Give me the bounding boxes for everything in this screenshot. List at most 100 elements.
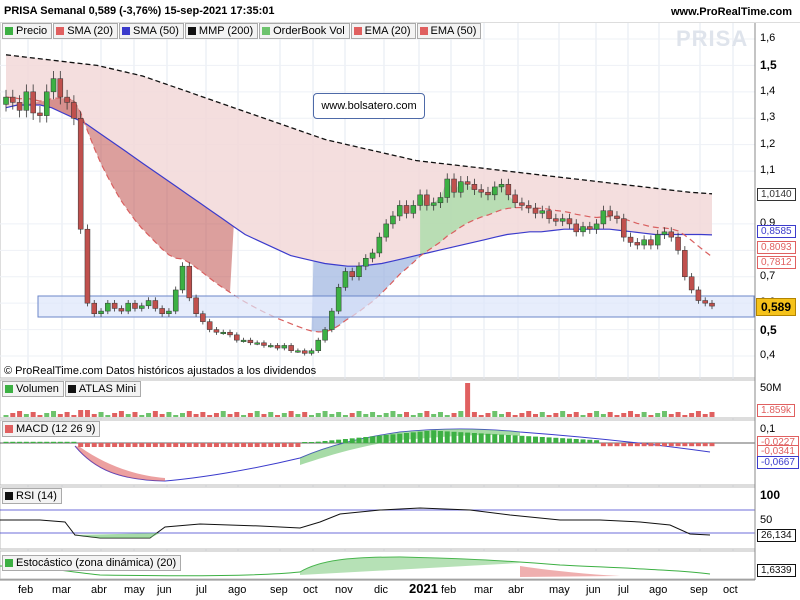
volume-bar bbox=[661, 411, 667, 417]
candle-body bbox=[430, 202, 437, 206]
volume-bar bbox=[594, 411, 600, 417]
month-label: 2021 bbox=[409, 581, 438, 596]
month-label: ago bbox=[649, 584, 668, 596]
legend-item-5[interactable]: EMA (20) bbox=[350, 23, 416, 39]
legend-item-2[interactable]: SMA (50) bbox=[119, 23, 184, 39]
volume-bar bbox=[709, 412, 715, 417]
legend-atlas[interactable]: ATLAS Mini bbox=[64, 381, 142, 397]
volume-bar bbox=[288, 411, 294, 417]
volume-bar bbox=[322, 411, 328, 417]
candle-body bbox=[424, 194, 430, 206]
volume-bar bbox=[241, 415, 247, 417]
macd-bar bbox=[308, 442, 314, 443]
volume-axis: 50M bbox=[760, 382, 782, 394]
candle-body bbox=[57, 78, 64, 98]
month-label: may bbox=[124, 584, 145, 596]
macd-bar bbox=[580, 439, 586, 443]
legend-swatch bbox=[122, 27, 131, 35]
legend-volume[interactable]: Volumen bbox=[2, 381, 64, 397]
macd-bar bbox=[356, 437, 362, 443]
candle-body bbox=[322, 329, 328, 341]
legend-item-0[interactable]: Precio bbox=[2, 23, 53, 39]
instrument-title: PRISA Semanal 0,589 (-3,76%) 15-sep-2021… bbox=[4, 5, 275, 17]
candle-body bbox=[220, 331, 226, 334]
candle-body bbox=[539, 210, 546, 214]
macd-bar bbox=[275, 443, 281, 447]
volume-bar bbox=[3, 415, 9, 417]
candle-body bbox=[23, 91, 30, 111]
candle-body bbox=[200, 313, 206, 322]
candle-body bbox=[166, 310, 172, 314]
volume-bar bbox=[363, 414, 369, 417]
volume-bar bbox=[193, 414, 199, 417]
candle-body bbox=[607, 210, 613, 217]
volume-swatch bbox=[5, 385, 13, 393]
month-label: oct bbox=[723, 584, 738, 596]
macd-bar bbox=[288, 443, 294, 447]
candle-body bbox=[193, 297, 199, 314]
macd-bar bbox=[44, 441, 50, 443]
volume-bar bbox=[533, 414, 538, 417]
legend-item-1[interactable]: SMA (20) bbox=[53, 23, 119, 39]
price-tick: 1,1 bbox=[760, 164, 776, 177]
candle-body bbox=[240, 339, 247, 342]
legend-rsi[interactable]: RSI (14) bbox=[2, 488, 62, 504]
volume-bar bbox=[17, 411, 23, 417]
candle-body bbox=[213, 329, 220, 333]
legend-label: MMP (200) bbox=[198, 25, 254, 37]
legend-item-4[interactable]: OrderBook Vol bbox=[259, 23, 350, 39]
volume-bar bbox=[512, 415, 518, 417]
volume-bar bbox=[349, 413, 355, 417]
volume-bar bbox=[390, 411, 396, 417]
volume-bar bbox=[159, 414, 165, 417]
candle-body bbox=[91, 302, 97, 314]
stoch-tag: 1,6339 bbox=[757, 564, 796, 577]
candle-body bbox=[369, 252, 376, 259]
macd-bar bbox=[471, 433, 477, 443]
legend-swatch bbox=[5, 27, 13, 35]
legend-swatch bbox=[353, 27, 362, 35]
macd-bar bbox=[186, 443, 192, 447]
volume-bar bbox=[376, 415, 382, 417]
macd-bar bbox=[383, 435, 389, 443]
volume-bar bbox=[268, 412, 274, 417]
month-label: dic bbox=[374, 584, 389, 596]
legend-label: SMA (50) bbox=[133, 25, 179, 37]
volume-bar bbox=[91, 414, 97, 417]
rsi-axis-top: 100 bbox=[760, 488, 781, 502]
macd-bar bbox=[675, 443, 681, 447]
legend-item-3[interactable]: MMP (200) bbox=[184, 23, 259, 39]
candle-body bbox=[288, 345, 294, 351]
site-url[interactable]: www.ProRealTime.com bbox=[671, 6, 792, 18]
macd-bar bbox=[254, 443, 260, 447]
candle-body bbox=[668, 231, 675, 238]
volume-bar bbox=[444, 415, 450, 417]
volume-bar bbox=[614, 415, 620, 417]
candle-body bbox=[50, 78, 57, 93]
legend-swatch bbox=[419, 27, 428, 35]
macd-bar bbox=[444, 431, 450, 443]
candle-body bbox=[206, 321, 213, 330]
legend-swatch bbox=[187, 27, 196, 35]
candle-body bbox=[641, 239, 647, 246]
candle-body bbox=[335, 287, 342, 312]
volume-bar bbox=[315, 413, 321, 417]
annotation-box[interactable]: www.bolsatero.com bbox=[313, 93, 425, 119]
volume-bar bbox=[356, 411, 362, 417]
candle-body bbox=[410, 205, 417, 214]
macd-bar bbox=[173, 443, 179, 447]
legend-stoch[interactable]: Estocástico (zona dinámica) (20) bbox=[2, 555, 182, 571]
candle-body bbox=[702, 300, 708, 304]
macd-bar bbox=[410, 432, 416, 443]
macd-bar bbox=[512, 435, 518, 443]
candle-body bbox=[464, 181, 471, 185]
legend-macd[interactable]: MACD (12 26 9) bbox=[2, 421, 101, 437]
candle-body bbox=[37, 112, 43, 116]
candle-body bbox=[315, 339, 322, 351]
candle-body bbox=[172, 289, 179, 312]
legend-item-6[interactable]: EMA (50) bbox=[416, 23, 482, 39]
volume-bar bbox=[689, 413, 695, 417]
volume-bar bbox=[668, 414, 674, 417]
volume-bar bbox=[424, 411, 430, 417]
macd-bar bbox=[404, 433, 410, 443]
